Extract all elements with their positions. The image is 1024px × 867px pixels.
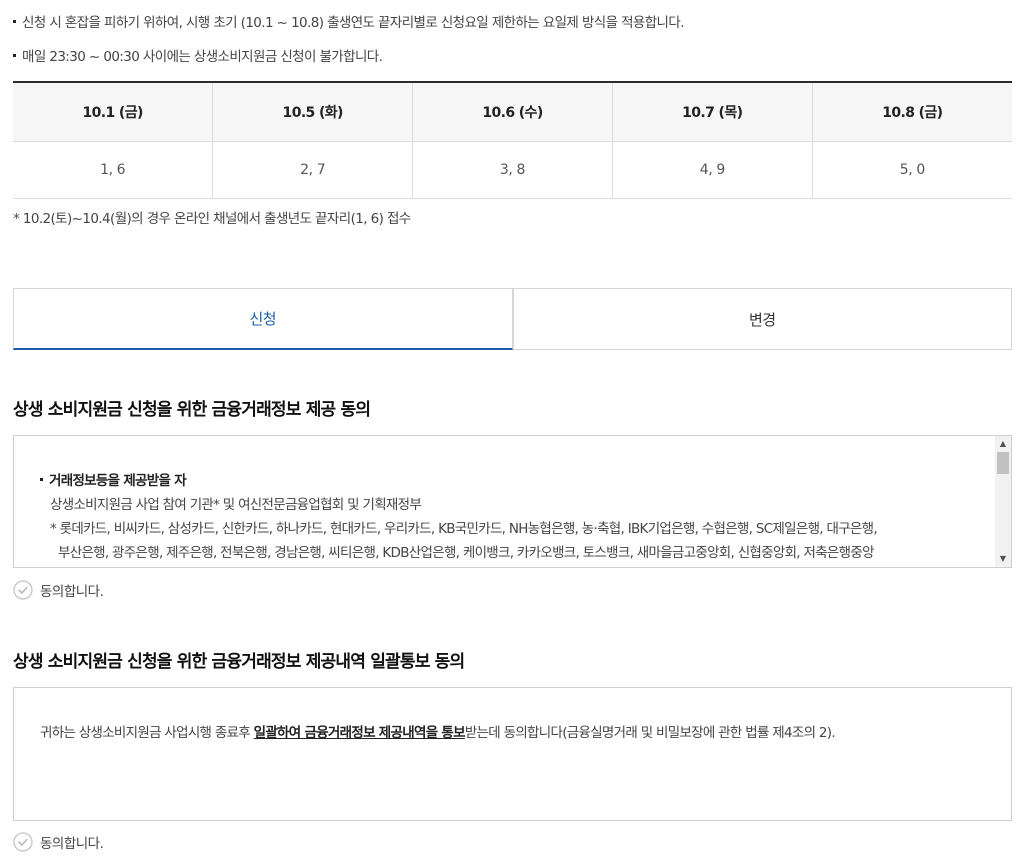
bullet-icon <box>13 53 16 57</box>
agree-checkbox-financial-info[interactable]: 동의합니다. <box>13 580 104 600</box>
notice-weekday-rule: 신청 시 혼잡을 피하기 위하여, 시행 초기 (10.1 ~ 10.8) 출생… <box>13 11 684 31</box>
notice-text: 신청 시 혼잡을 피하기 위하여, 시행 초기 (10.1 ~ 10.8) 출생… <box>22 15 684 31</box>
schedule-digit-cell: 4, 9 <box>611 141 813 199</box>
notification-text-after: 받는데 동의합니다(금융실명거래 및 비밀보장에 관한 법률 제4조의 2). <box>464 725 836 741</box>
agree-label: 동의합니다. <box>40 836 104 852</box>
terms-scrollbar[interactable]: ▲ ▼ <box>995 436 1011 567</box>
schedule-table: 10.1 (금) 10.5 (화) 10.6 (수) 10.7 (목) 10.8… <box>13 81 1012 199</box>
schedule-date-header: 10.6 (수) <box>412 81 613 142</box>
section-title-bulk-notification-consent: 상생 소비지원금 신청을 위한 금융거래정보 제공내역 일괄통보 동의 <box>13 652 465 672</box>
terms-line: 부산은행, 광주은행, 제주은행, 전북은행, 경남은행, 씨티은행, KDB산… <box>58 545 875 561</box>
schedule-digit-cell: 3, 8 <box>412 141 613 199</box>
schedule-date-header: 10.5 (화) <box>212 81 413 142</box>
schedule-digit-row: 1, 6 2, 7 3, 8 4, 9 5, 0 <box>13 141 1012 199</box>
weekend-footnote: * 10.2(토)~10.4(월)의 경우 온라인 채널에서 출생년도 끝자리(… <box>13 211 411 227</box>
schedule-date-header: 10.8 (금) <box>811 81 1012 142</box>
tab-bar: 신청 변경 <box>13 288 1012 350</box>
tab-change[interactable]: 변경 <box>512 288 1012 350</box>
check-circle-icon <box>13 580 33 600</box>
check-circle-icon <box>13 832 33 852</box>
terms-line: * 롯데카드, 비씨카드, 삼성카드, 신한카드, 하나카드, 현대카드, 우리… <box>50 521 878 537</box>
notification-text-emphasis: 일괄하여 금융거래정보 제공내역을 통보 <box>253 725 466 741</box>
scroll-up-arrow-icon[interactable]: ▲ <box>995 439 1011 449</box>
section-title-financial-info-consent: 상생 소비지원금 신청을 위한 금융거래정보 제공 동의 <box>13 400 371 420</box>
schedule-header-row: 10.1 (금) 10.5 (화) 10.6 (수) 10.7 (목) 10.8… <box>13 81 1012 142</box>
notification-terms-box: 귀하는 상생소비지원금 사업시행 종료후 일괄하여 금융거래정보 제공내역을 통… <box>13 687 1012 821</box>
agree-checkbox-bulk-notification[interactable]: 동의합니다. <box>13 832 104 852</box>
schedule-date-header: 10.1 (금) <box>13 81 213 142</box>
schedule-digit-cell: 5, 0 <box>811 141 1012 199</box>
schedule-digit-cell: 1, 6 <box>13 141 213 199</box>
notice-unavailable-hours: 매일 23:30 ~ 00:30 사이에는 상생소비지원금 신청이 불가합니다. <box>13 45 383 65</box>
notice-text: 매일 23:30 ~ 00:30 사이에는 상생소비지원금 신청이 불가합니다. <box>22 49 383 65</box>
bullet-icon <box>13 19 16 23</box>
terms-item-heading: 거래정보등을 제공받을 자 <box>40 469 995 493</box>
terms-scroll-box[interactable]: 거래정보등을 제공받을 자 상생소비지원금 사업 참여 기관* 및 여신전문금융… <box>13 435 1012 568</box>
bullet-icon <box>40 477 43 481</box>
terms-content: 거래정보등을 제공받을 자 상생소비지원금 사업 참여 기관* 및 여신전문금융… <box>40 469 995 565</box>
agree-label: 동의합니다. <box>40 584 104 600</box>
notification-terms-text: 귀하는 상생소비지원금 사업시행 종료후 일괄하여 금융거래정보 제공내역을 통… <box>40 721 836 741</box>
terms-item-heading-text: 거래정보등을 제공받을 자 <box>49 473 187 489</box>
scroll-down-arrow-icon[interactable]: ▼ <box>995 554 1011 564</box>
schedule-date-header: 10.7 (목) <box>611 81 813 142</box>
terms-line: 상생소비지원금 사업 참여 기관* 및 여신전문금융업협회 및 기획재정부 <box>50 497 422 513</box>
notification-text-before: 귀하는 상생소비지원금 사업시행 종료후 <box>40 725 254 741</box>
scroll-thumb[interactable] <box>997 452 1009 474</box>
schedule-digit-cell: 2, 7 <box>212 141 413 199</box>
tab-apply[interactable]: 신청 <box>13 288 513 350</box>
